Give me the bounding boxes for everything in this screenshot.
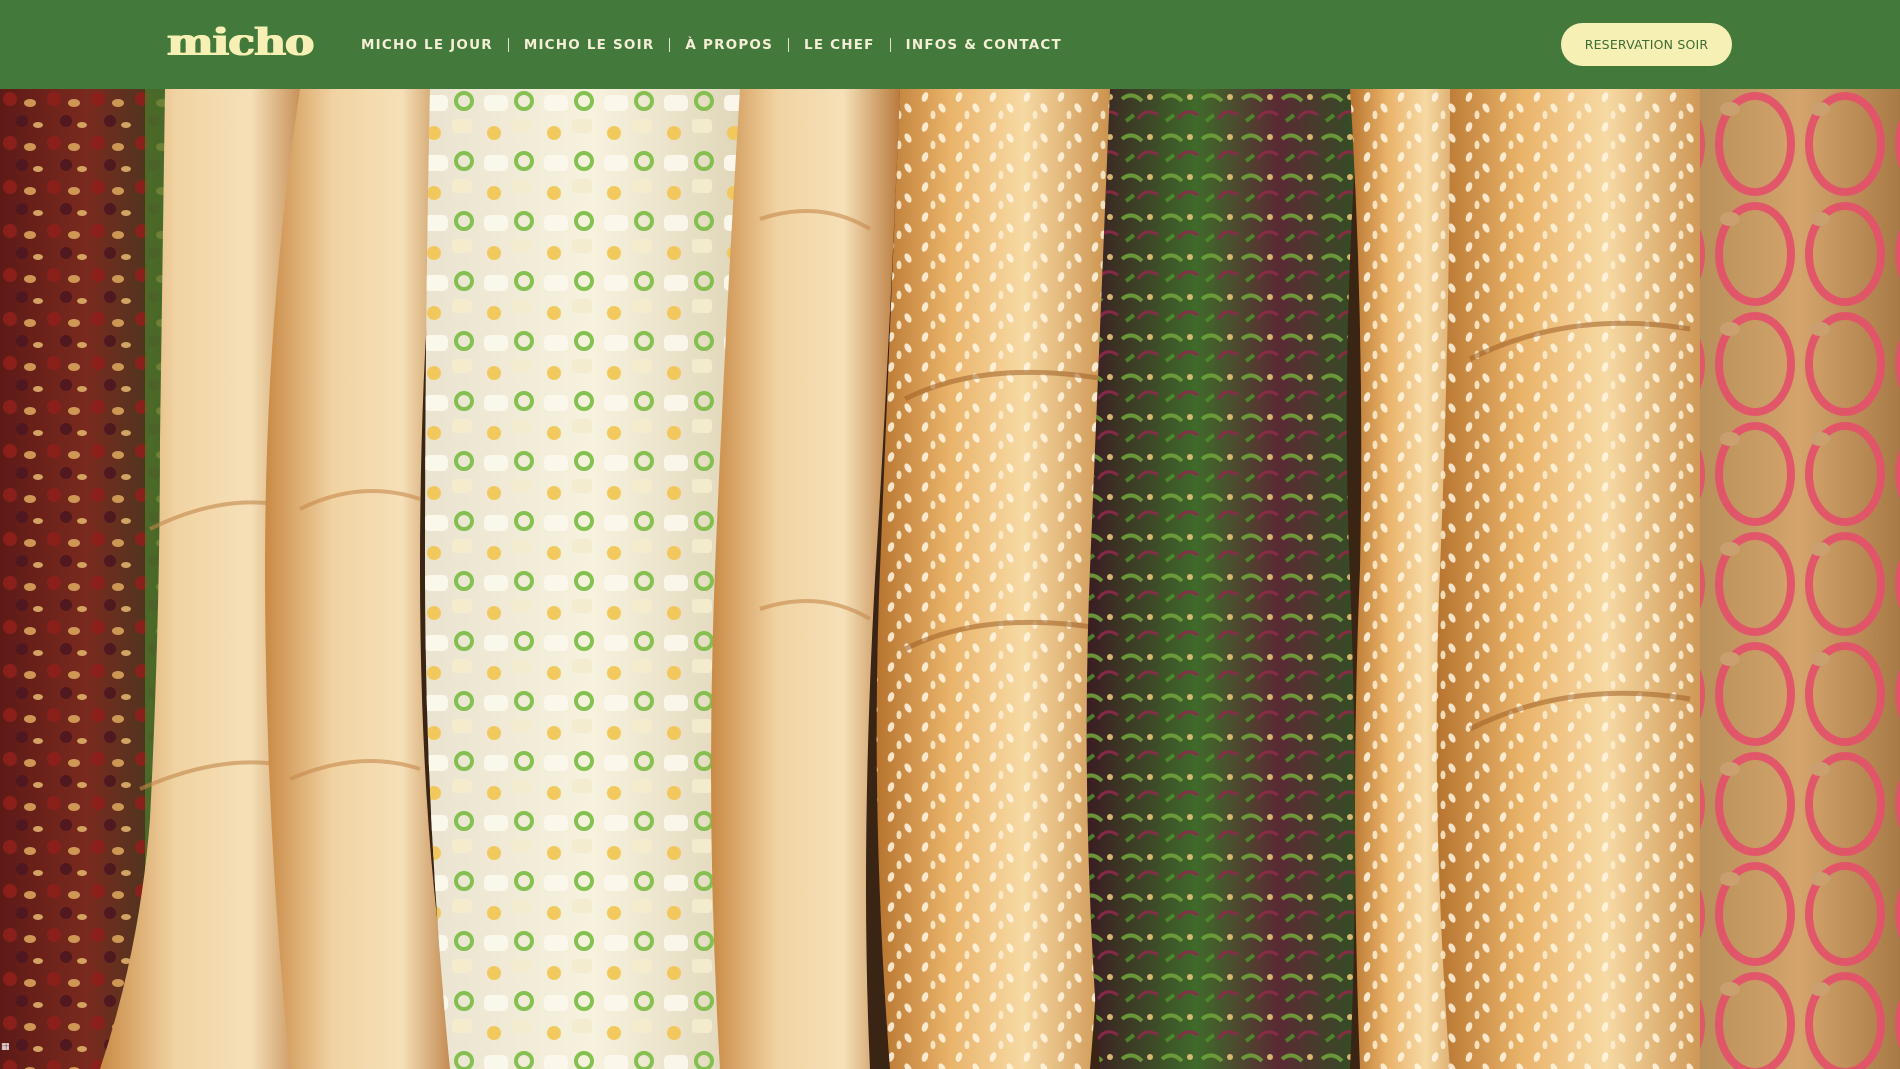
reservation-soir-button[interactable]: RESERVATION SOIR (1561, 23, 1732, 66)
hero-photo-sandwiches-icon (0, 89, 1900, 1069)
page: micho MICHO LE JOUR MICHO LE SOIR À PROP… (0, 0, 1900, 1069)
nav-divider (507, 37, 509, 52)
brand-logo[interactable]: micho (167, 24, 314, 62)
hero-banner (0, 89, 1900, 1069)
grid-icon: ▦ (1, 1042, 10, 1052)
nav-item-micho-le-soir[interactable]: MICHO LE SOIR (524, 37, 655, 53)
main-nav: MICHO LE JOUR MICHO LE SOIR À PROPOS LE … (361, 0, 1062, 89)
nav-divider (889, 37, 891, 52)
nav-item-infos-contact[interactable]: INFOS & CONTACT (906, 37, 1062, 53)
nav-divider (669, 37, 671, 52)
nav-divider (788, 37, 790, 52)
nav-item-micho-le-jour[interactable]: MICHO LE JOUR (361, 37, 493, 53)
site-header: micho MICHO LE JOUR MICHO LE SOIR À PROP… (0, 0, 1900, 89)
nav-item-a-propos[interactable]: À PROPOS (685, 37, 773, 53)
nav-item-le-chef[interactable]: LE CHEF (804, 37, 875, 53)
